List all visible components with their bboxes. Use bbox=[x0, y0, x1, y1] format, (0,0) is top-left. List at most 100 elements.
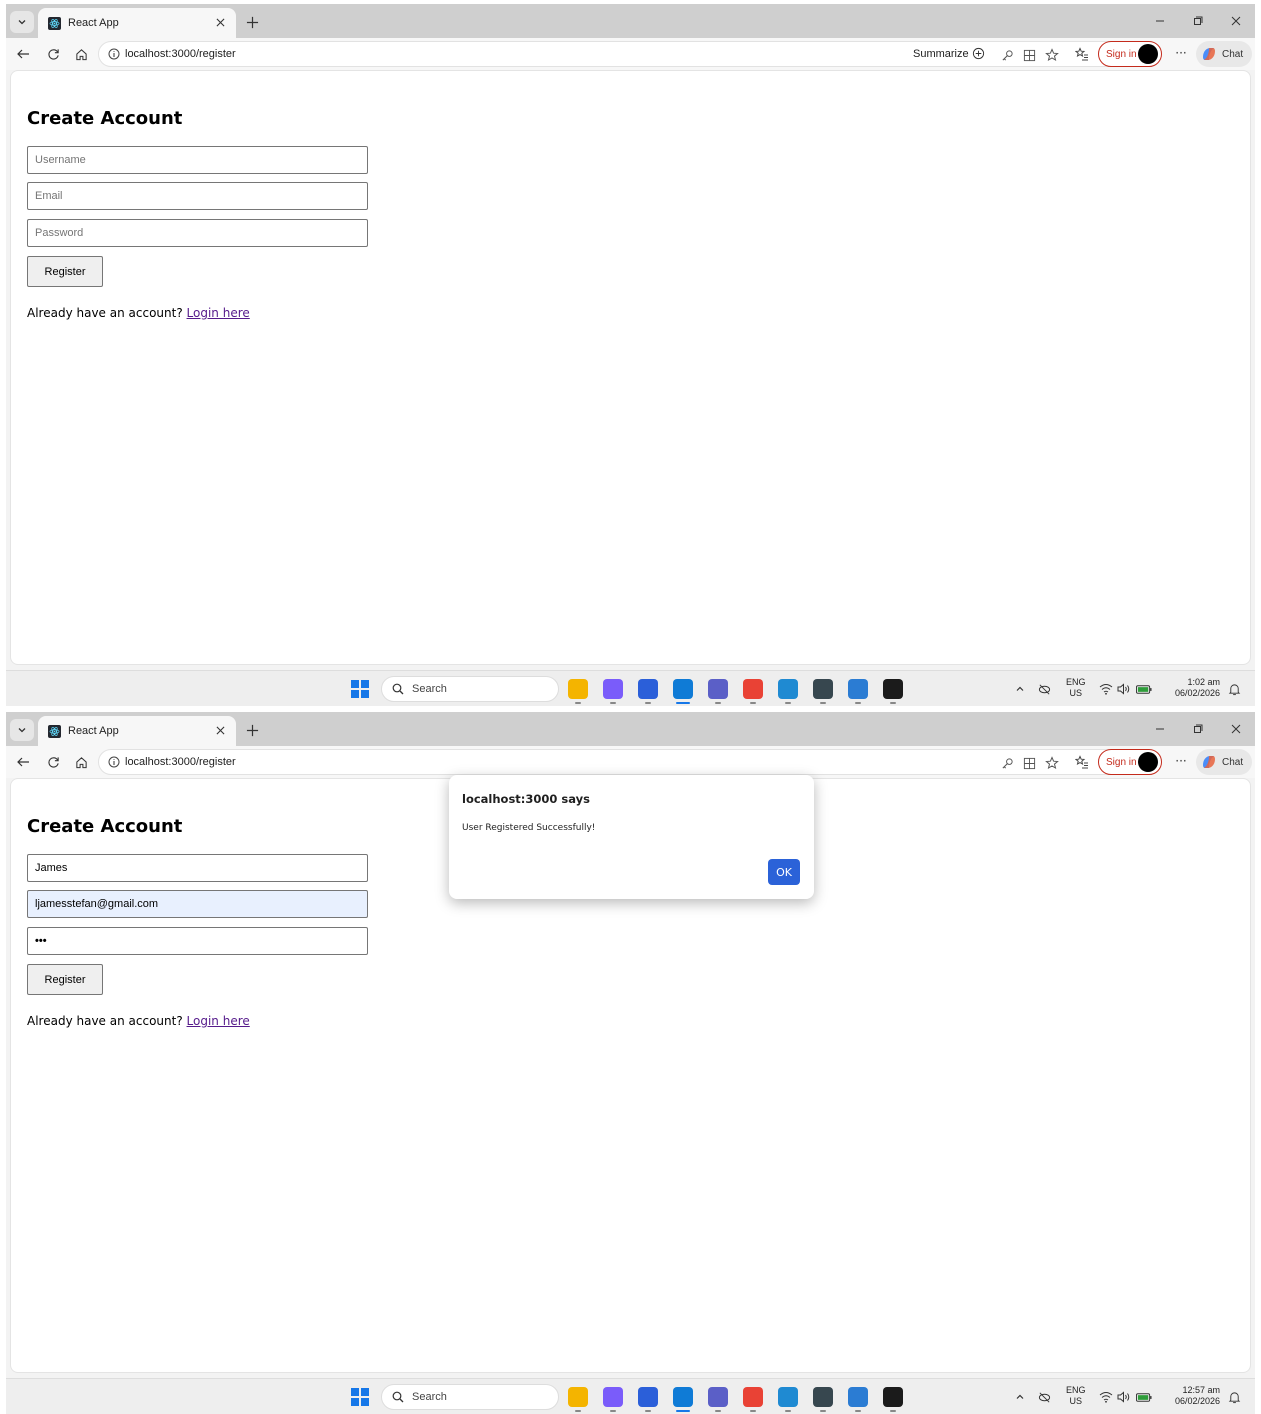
favorites-icon[interactable] bbox=[1074, 46, 1090, 62]
react-icon bbox=[48, 16, 61, 30]
restore-button[interactable] bbox=[1179, 712, 1217, 746]
minimize-button[interactable] bbox=[1141, 4, 1179, 38]
copilot-chat-button[interactable]: Chat bbox=[1196, 41, 1252, 67]
vscode-icon[interactable] bbox=[778, 679, 798, 699]
vscode-icon[interactable] bbox=[778, 1387, 798, 1407]
close-icon[interactable] bbox=[212, 14, 228, 30]
volume-icon[interactable] bbox=[1116, 681, 1132, 697]
close-icon[interactable] bbox=[212, 722, 228, 738]
ok-button[interactable]: OK bbox=[768, 859, 800, 885]
copilot-icon[interactable] bbox=[603, 679, 623, 699]
taskbar-search[interactable]: Search bbox=[381, 676, 559, 702]
wifi-icon[interactable] bbox=[1098, 1389, 1114, 1405]
apps-icon[interactable] bbox=[1021, 755, 1037, 771]
copilot-icon[interactable] bbox=[603, 1387, 623, 1407]
address-bar[interactable]: localhost:3000/register Summarize bbox=[98, 41, 1156, 67]
ssms-icon[interactable] bbox=[813, 679, 833, 699]
whiteboard-icon[interactable] bbox=[638, 679, 658, 699]
home-button[interactable] bbox=[72, 753, 90, 771]
taskbar-search[interactable]: Search bbox=[381, 1384, 559, 1410]
favorites-icon[interactable] bbox=[1074, 754, 1090, 770]
restore-button[interactable] bbox=[1179, 4, 1217, 38]
search-label: Search bbox=[412, 683, 447, 695]
register-button[interactable]: Register bbox=[27, 256, 103, 287]
username-input[interactable] bbox=[27, 146, 368, 174]
login-link[interactable]: Login here bbox=[187, 306, 250, 320]
teams-icon[interactable] bbox=[708, 679, 728, 699]
lang-line2: US bbox=[1069, 1396, 1083, 1406]
username-input[interactable] bbox=[27, 854, 368, 882]
url-text[interactable]: localhost:3000/register bbox=[125, 48, 236, 60]
arrow-left-icon bbox=[17, 757, 29, 767]
home-button[interactable] bbox=[72, 45, 90, 63]
tab-actions-button[interactable] bbox=[10, 719, 34, 741]
volume-icon[interactable] bbox=[1116, 1389, 1132, 1405]
tab-react-app[interactable]: React App bbox=[38, 716, 236, 746]
edge-icon[interactable] bbox=[673, 1387, 693, 1407]
new-tab-button[interactable] bbox=[242, 720, 262, 740]
chevron-up-icon[interactable] bbox=[1012, 1389, 1028, 1405]
copilot-chat-button[interactable]: Chat bbox=[1196, 749, 1252, 775]
windows-start-icon[interactable] bbox=[351, 680, 369, 698]
reload-button[interactable] bbox=[44, 753, 62, 771]
tab-react-app[interactable]: React App bbox=[38, 8, 236, 38]
email-input[interactable] bbox=[27, 890, 368, 918]
terminal-icon[interactable] bbox=[883, 1387, 903, 1407]
edge-icon[interactable] bbox=[673, 679, 693, 699]
new-tab-button[interactable] bbox=[242, 12, 262, 32]
close-window-button[interactable] bbox=[1217, 4, 1255, 38]
battery-icon[interactable] bbox=[1136, 681, 1152, 697]
chrome-icon[interactable] bbox=[743, 679, 763, 699]
location-off-icon[interactable] bbox=[1036, 1389, 1052, 1405]
register-button[interactable]: Register bbox=[27, 964, 103, 995]
more-menu-button[interactable]: ··· bbox=[1172, 43, 1190, 63]
info-icon[interactable] bbox=[107, 755, 121, 769]
terminal-icon[interactable] bbox=[883, 679, 903, 699]
file-explorer-icon[interactable] bbox=[568, 679, 588, 699]
word-icon[interactable] bbox=[848, 1387, 868, 1407]
wifi-icon[interactable] bbox=[1098, 681, 1114, 697]
clock-date: 06/02/2026 bbox=[1174, 1396, 1220, 1406]
key-icon[interactable] bbox=[999, 47, 1015, 63]
whiteboard-icon[interactable] bbox=[638, 1387, 658, 1407]
taskbar: Search ENG US 12:57 am 06/02/2026 bbox=[6, 1378, 1255, 1414]
location-off-icon[interactable] bbox=[1036, 681, 1052, 697]
clock[interactable]: 1:02 am 06/02/2026 bbox=[1168, 677, 1220, 699]
windows-start-icon[interactable] bbox=[351, 1388, 369, 1406]
language-indicator[interactable]: ENG US bbox=[1066, 677, 1086, 699]
language-indicator[interactable]: ENG US bbox=[1066, 1385, 1086, 1407]
more-menu-button[interactable]: ··· bbox=[1172, 751, 1190, 771]
sign-in-button[interactable]: Sign in bbox=[1098, 41, 1162, 67]
key-icon[interactable] bbox=[999, 755, 1015, 771]
close-window-button[interactable] bbox=[1217, 712, 1255, 746]
minimize-icon bbox=[1156, 20, 1164, 22]
password-input[interactable] bbox=[27, 927, 368, 955]
notification-bell-icon[interactable] bbox=[1226, 681, 1242, 697]
back-button[interactable] bbox=[14, 753, 32, 771]
sign-in-button[interactable]: Sign in bbox=[1098, 749, 1162, 775]
summarize-button[interactable]: Summarize bbox=[913, 47, 985, 60]
star-icon[interactable] bbox=[1044, 47, 1060, 63]
file-explorer-icon[interactable] bbox=[568, 1387, 588, 1407]
battery-icon[interactable] bbox=[1136, 1389, 1152, 1405]
password-input[interactable] bbox=[27, 219, 368, 247]
minimize-button[interactable] bbox=[1141, 712, 1179, 746]
url-text[interactable]: localhost:3000/register bbox=[125, 756, 236, 768]
clock[interactable]: 12:57 am 06/02/2026 bbox=[1168, 1385, 1220, 1407]
reload-button[interactable] bbox=[44, 45, 62, 63]
email-input[interactable] bbox=[27, 182, 368, 210]
ssms-icon[interactable] bbox=[813, 1387, 833, 1407]
info-icon[interactable] bbox=[107, 47, 121, 61]
back-button[interactable] bbox=[14, 45, 32, 63]
teams-icon[interactable] bbox=[708, 1387, 728, 1407]
avatar bbox=[1138, 44, 1158, 64]
address-bar[interactable]: localhost:3000/register bbox=[98, 749, 1156, 775]
login-link[interactable]: Login here bbox=[187, 1014, 250, 1028]
chrome-icon[interactable] bbox=[743, 1387, 763, 1407]
chevron-up-icon[interactable] bbox=[1012, 681, 1028, 697]
apps-icon[interactable] bbox=[1021, 47, 1037, 63]
tab-actions-button[interactable] bbox=[10, 11, 34, 33]
word-icon[interactable] bbox=[848, 679, 868, 699]
star-icon[interactable] bbox=[1044, 755, 1060, 771]
notification-bell-icon[interactable] bbox=[1226, 1389, 1242, 1405]
